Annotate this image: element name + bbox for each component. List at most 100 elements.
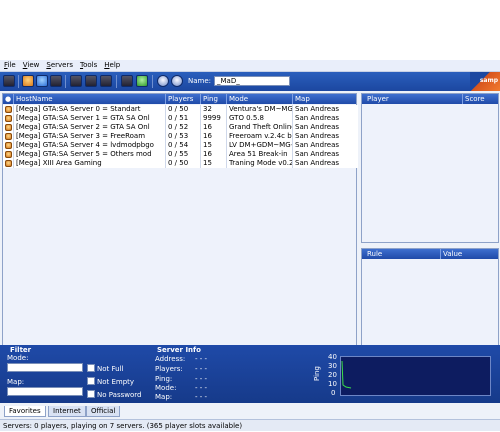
not-full-checkbox[interactable]: [87, 364, 95, 372]
filter-title: Filter: [10, 346, 32, 354]
column-player[interactable]: Player: [362, 94, 465, 104]
ping-tick: 20: [328, 371, 337, 379]
server-row[interactable]: [Mega] XIII Area Gaming 0 / 50 15 Traning M…: [3, 159, 358, 168]
help-icon[interactable]: [157, 75, 169, 87]
server-map: San Andreas: [292, 150, 356, 159]
server-ping: 16: [200, 150, 226, 159]
server-row[interactable]: [Mega] GTA:SA Server 0 = Standart 0 / 50 3…: [3, 105, 358, 114]
tab-official[interactable]: Official: [86, 406, 121, 417]
info-players-label: Players:: [155, 365, 183, 373]
player-list[interactable]: Player Score: [361, 93, 499, 243]
server-mode: LV DM+GDM~MG+: [226, 141, 292, 150]
server-hostname: [Mega] GTA:SA Server 1 = GTA SA Onl: [13, 114, 165, 123]
server-ping: 15: [200, 141, 226, 150]
server-players: 0 / 54: [165, 141, 200, 150]
name-input[interactable]: _MaD_: [214, 76, 290, 86]
server-ping: 16: [200, 132, 226, 141]
server-row[interactable]: [Mega] GTA:SA Server 2 = GTA SA Onl 0 / 5…: [3, 123, 358, 132]
player-list-header: Player Score: [362, 94, 498, 104]
ping-graph-line: [341, 360, 352, 389]
info-ping-value: - - -: [195, 375, 208, 383]
about-icon[interactable]: [171, 75, 183, 87]
lock-icon: [5, 106, 12, 113]
column-players[interactable]: Players: [165, 94, 203, 104]
server-tabs: Favorites Internet Official: [0, 405, 500, 417]
filter-mode-label: Mode:: [7, 354, 29, 362]
server-players: 0 / 50: [165, 159, 200, 168]
server-map: San Andreas: [292, 114, 356, 123]
server-hostname: [Mega] XIII Area Gaming: [13, 159, 165, 168]
name-label: Name:: [188, 77, 212, 85]
rcon-icon[interactable]: [121, 75, 133, 87]
server-row[interactable]: [Mega] GTA:SA Server 3 = FreeRoam 0 / 53 1…: [3, 132, 358, 141]
info-address-label: Address:: [155, 355, 186, 363]
server-ping: 15: [200, 159, 226, 168]
column-rule[interactable]: Rule: [362, 249, 443, 259]
refresh-icon[interactable]: [50, 75, 62, 87]
server-map: San Andreas: [292, 123, 356, 132]
not-full-label: Not Full: [97, 365, 124, 373]
ping-tick: 40: [328, 353, 337, 361]
no-password-checkbox[interactable]: [87, 390, 95, 398]
server-mode: Ventura's DM~MG: [226, 105, 292, 114]
ping-tick: 0: [331, 389, 336, 397]
server-players: 0 / 52: [165, 123, 200, 132]
server-hostname: [Mega] GTA:SA Server 3 = FreeRoam: [13, 132, 165, 141]
settings-icon[interactable]: [136, 75, 148, 87]
tab-internet[interactable]: Internet: [48, 406, 86, 417]
server-players: 0 / 55: [165, 150, 200, 159]
server-mode: Area 51 Break-in: [226, 150, 292, 159]
add-server-icon[interactable]: [22, 75, 34, 87]
export-icon[interactable]: [100, 75, 112, 87]
column-score[interactable]: Score: [462, 94, 500, 104]
server-map: San Andreas: [292, 141, 356, 150]
not-empty-label: Not Empty: [97, 378, 135, 386]
server-mode: Grand Theft Online: [226, 123, 292, 132]
menu-servers[interactable]: Servers: [42, 60, 76, 70]
filter-mode-input[interactable]: [7, 363, 83, 372]
connect-icon[interactable]: [3, 75, 15, 87]
lock-icon: [5, 151, 12, 158]
server-list-header: ● HostName Players Ping Mode Map: [3, 94, 356, 104]
server-row[interactable]: [Mega] GTA:SA Server 5 = Others mod 0 / 5…: [3, 150, 358, 159]
logo-text: samp: [479, 77, 498, 84]
menu-help[interactable]: Help: [100, 60, 123, 70]
filter-map-input[interactable]: [7, 387, 83, 396]
menu-bar: File View Servers Tools Help: [0, 60, 500, 72]
server-map: San Andreas: [292, 105, 356, 114]
info-map-label: Map:: [155, 393, 173, 401]
server-list[interactable]: ● HostName Players Ping Mode Map [Mega] …: [2, 93, 358, 375]
menu-file[interactable]: File: [0, 60, 19, 70]
delete-server-icon[interactable]: [36, 75, 48, 87]
copy-icon[interactable]: [70, 75, 82, 87]
info-map-value: - - -: [195, 393, 208, 401]
lock-icon: [5, 115, 12, 122]
tab-favorites[interactable]: Favorites: [4, 406, 46, 417]
lock-icon: [5, 133, 12, 140]
not-empty-checkbox[interactable]: [87, 377, 95, 385]
server-mode: Traning Mode v0.2: [226, 159, 292, 168]
column-map[interactable]: Map: [292, 94, 359, 104]
status-bar: Servers: 0 players, playing on 7 servers…: [0, 419, 500, 431]
column-mode[interactable]: Mode: [226, 94, 295, 104]
ping-tick: 10: [328, 380, 337, 388]
column-ping[interactable]: Ping: [200, 94, 229, 104]
menu-tools[interactable]: Tools: [76, 60, 100, 70]
import-icon[interactable]: [85, 75, 97, 87]
info-ping-label: Ping:: [155, 375, 173, 383]
server-row[interactable]: [Mega] GTA:SA Server 4 = lvdmodpbgo 0 / 5…: [3, 141, 358, 150]
info-mode-label: Mode:: [155, 384, 177, 392]
rules-list-header: Rule Value: [362, 249, 498, 259]
toolbar: Name: _MaD_ samp: [0, 72, 500, 91]
samp-logo: samp: [470, 72, 500, 91]
server-hostname: [Mega] GTA:SA Server 2 = GTA SA Onl: [13, 123, 165, 132]
server-hostname: [Mega] GTA:SA Server 4 = lvdmodpbgo: [13, 141, 165, 150]
column-hostname[interactable]: HostName: [13, 94, 166, 104]
filter-map-label: Map:: [7, 378, 25, 386]
server-map: San Andreas: [292, 132, 356, 141]
info-address-value: - - -: [195, 355, 208, 363]
menu-view[interactable]: View: [19, 60, 43, 70]
ping-tick: 30: [328, 362, 337, 370]
server-row[interactable]: [Mega] GTA:SA Server 1 = GTA SA Onl 0 / 5…: [3, 114, 358, 123]
column-value[interactable]: Value: [440, 249, 500, 259]
